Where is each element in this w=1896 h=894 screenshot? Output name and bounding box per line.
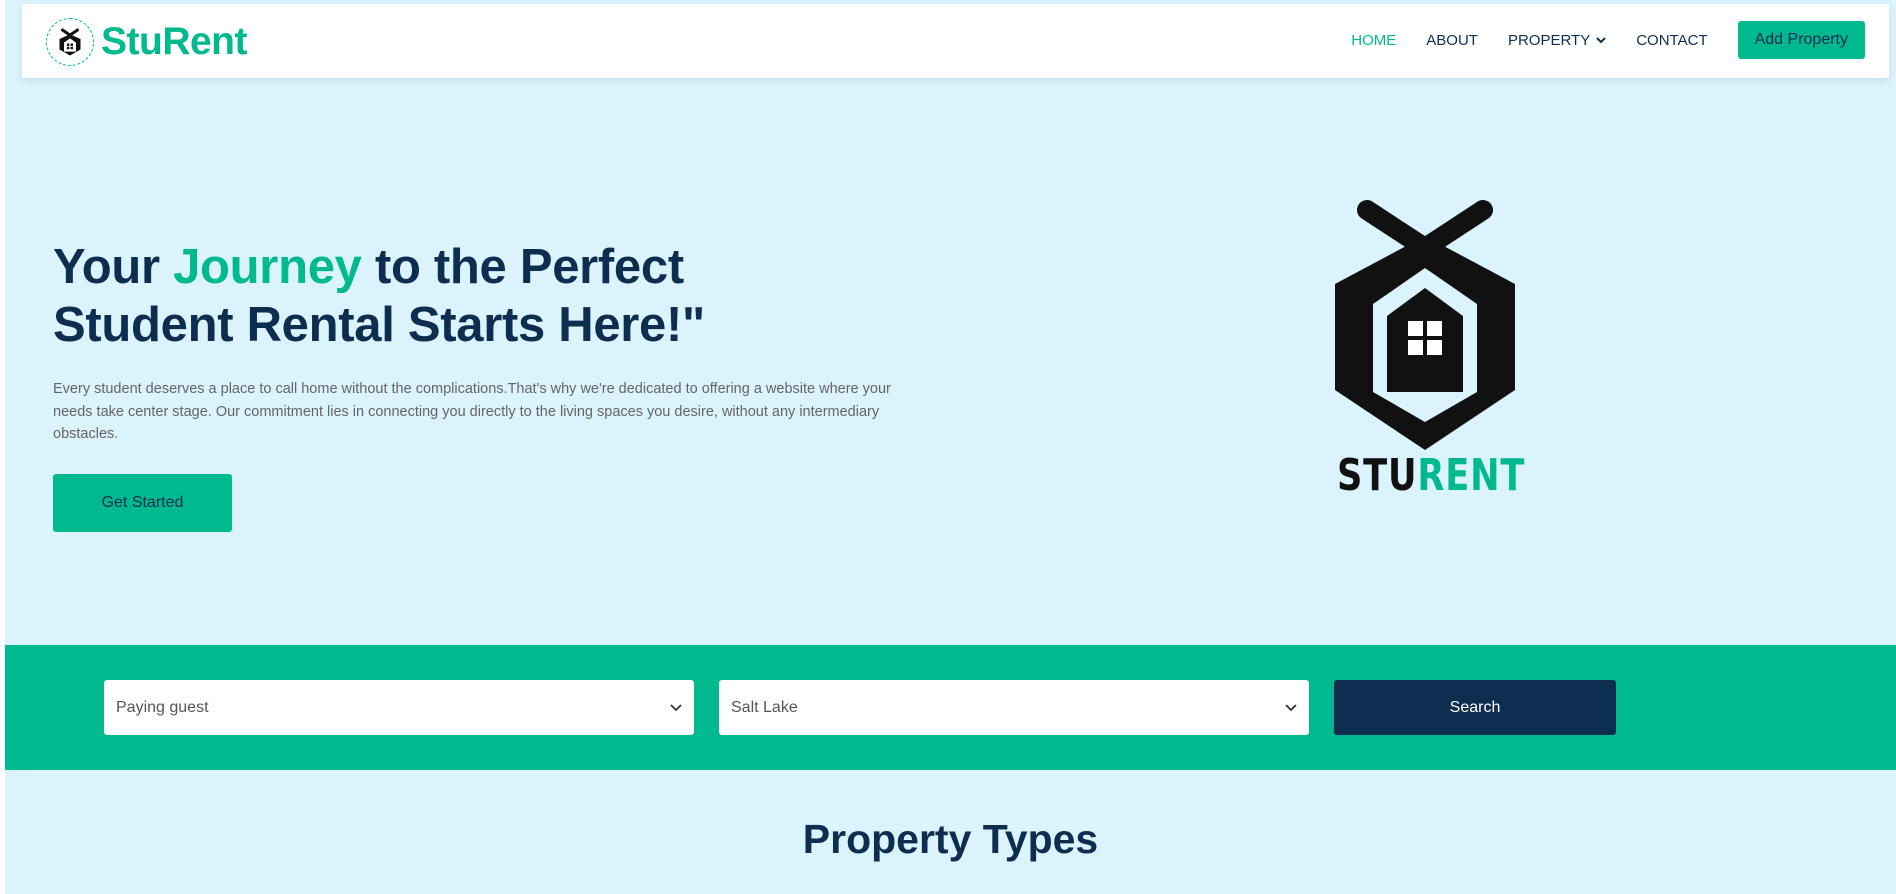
brand[interactable]: StuRent — [46, 17, 248, 67]
page: StuRent HOME ABOUT PROPERTY CONTACT Add … — [5, 0, 1896, 894]
navbar: StuRent HOME ABOUT PROPERTY CONTACT Add … — [22, 4, 1889, 78]
logo-wordmark: STURENT — [1337, 450, 1524, 501]
logo-word-dark: STU — [1337, 450, 1418, 501]
location-value: Salt Lake — [731, 698, 798, 716]
search-band: Paying guest Salt Lake Search — [5, 645, 1896, 770]
hero-description: Every student deserves a place to call h… — [53, 381, 891, 442]
nav-home[interactable]: HOME — [1351, 32, 1396, 49]
property-type-select[interactable]: Paying guest — [104, 680, 694, 735]
chevron-down-icon — [1285, 699, 1297, 717]
property-type-value: Paying guest — [116, 698, 209, 716]
location-select[interactable]: Salt Lake — [719, 680, 1309, 735]
nav-property-label: PROPERTY — [1507, 31, 1591, 49]
hero-title: Your Journey to the Perfect Student Rent… — [53, 238, 813, 354]
nav-contact[interactable]: CONTACT — [1636, 32, 1707, 49]
search-button[interactable]: Search — [1334, 680, 1616, 735]
chevron-down-icon — [1596, 36, 1606, 44]
nav-property[interactable]: PROPERTY — [1508, 32, 1606, 49]
get-started-button[interactable]: Get Started — [53, 474, 232, 532]
hero-title-accent: Journey — [173, 240, 362, 294]
hero-logo: STURENT — [1315, 196, 1535, 506]
nav-links: HOME ABOUT PROPERTY CONTACT Add Property — [1351, 21, 1865, 59]
hero-title-part1: Your — [53, 240, 174, 294]
chevron-down-icon — [670, 699, 682, 717]
nav-about[interactable]: ABOUT — [1426, 32, 1478, 49]
logo-word-accent: RENT — [1417, 450, 1526, 501]
brand-name: StuRent — [101, 20, 248, 63]
house-hexagon-icon — [46, 18, 94, 66]
property-types-title: Property Types — [802, 816, 1099, 862]
add-property-button[interactable]: Add Property — [1737, 21, 1865, 59]
house-hexagon-logo-icon — [1335, 200, 1515, 450]
